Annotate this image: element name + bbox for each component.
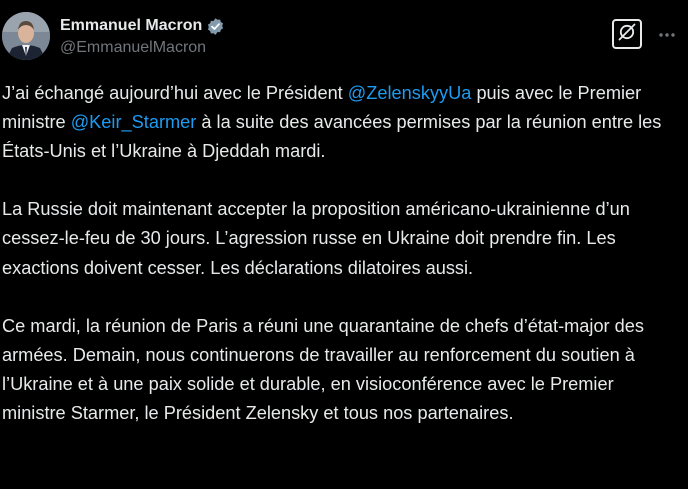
mention-link-zelenskyyua[interactable]: @ZelenskyyUa — [348, 83, 472, 103]
author-display-name[interactable]: Emmanuel Macron — [60, 17, 202, 35]
mention-link-keir-starmer[interactable]: @Keir_Starmer — [71, 112, 197, 132]
author-name-row: Emmanuel Macron — [60, 14, 225, 38]
tweet-paragraph-3: Ce mardi, la réunion de Paris a réuni un… — [2, 315, 644, 424]
verified-badge-icon — [206, 17, 225, 36]
tweet-paragraph-2: La Russie doit maintenant accepter la pr… — [2, 199, 630, 278]
tweet-paragraph-1: J’ai échangé aujourd’hui avec le Préside… — [2, 79, 682, 166]
author-handle[interactable]: @EmmanuelMacron — [60, 39, 206, 57]
more-options-icon — [658, 25, 676, 43]
grok-icon — [617, 22, 637, 47]
tweet-text: J’ai échangé aujourd’hui avec le Préside… — [2, 79, 682, 428]
avatar[interactable] — [2, 12, 50, 60]
grok-button[interactable] — [612, 19, 642, 49]
more-options-button[interactable] — [654, 20, 680, 48]
tweet-header: Emmanuel Macron @EmmanuelMacron — [0, 0, 688, 70]
tweet-text-segment: J’ai échangé aujourd’hui avec le Préside… — [2, 83, 348, 103]
